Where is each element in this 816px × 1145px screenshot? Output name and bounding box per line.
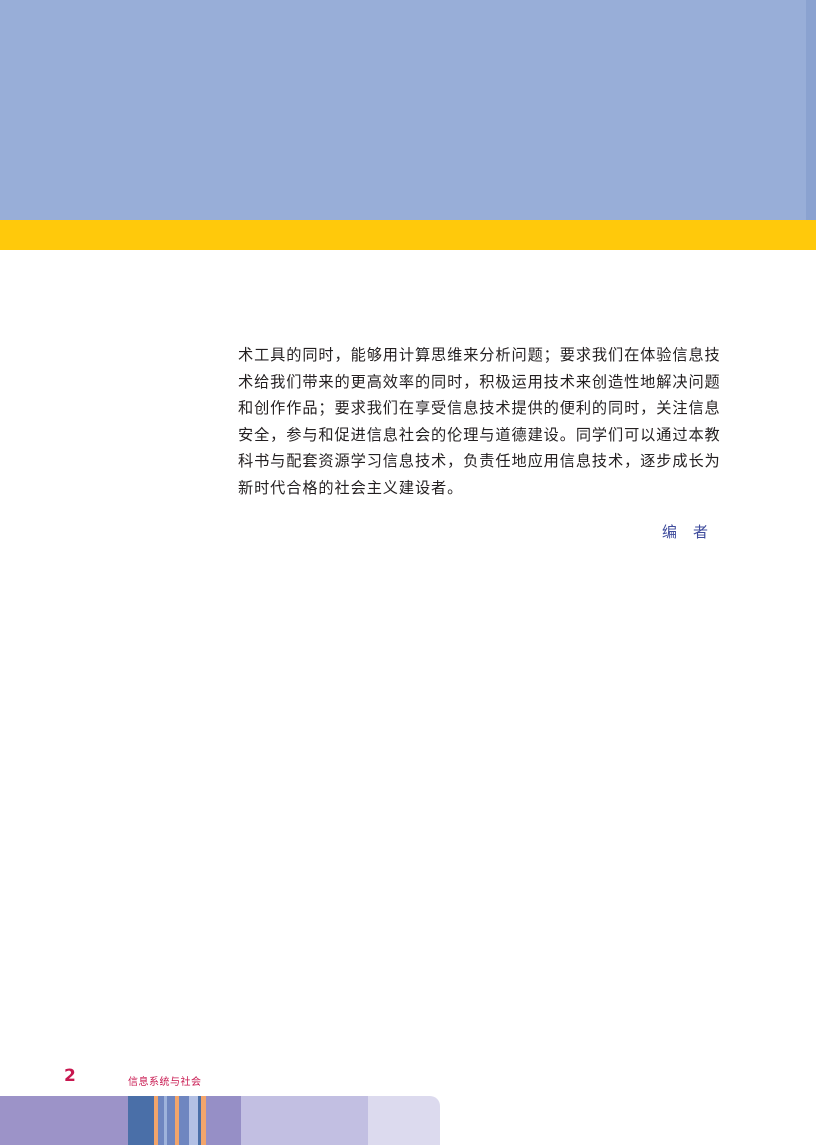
page-number: 2 (64, 1066, 76, 1086)
footer-stripe (179, 1096, 189, 1145)
body-line: 新时代合格的社会主义建设者。 (238, 478, 464, 497)
body-line: 术工具的同时，能够用计算思维来分析问题；要求我们在体验信息技 (238, 346, 721, 364)
footer-decorative-strip (0, 1096, 440, 1145)
body-line: 和创作作品；要求我们在享受信息技术提供的便利的同时，关注信息 (238, 399, 721, 418)
accent-yellow-band (0, 220, 816, 250)
footer-stripe (128, 1096, 154, 1145)
header-color-band (0, 0, 816, 220)
footer-stripe (206, 1096, 241, 1145)
footer-stripe (189, 1096, 198, 1145)
preface-body-text: 术工具的同时，能够用计算思维来分析问题；要求我们在体验信息技 术给我们带来的更高… (238, 342, 721, 502)
body-line: 科书与配套资源学习信息技术，负责任地应用信息技术，逐步成长为 (238, 452, 721, 471)
body-line: 术给我们带来的更高效率的同时，积极运用技术来创造性地解决问题 (238, 372, 721, 391)
footer-stripe (241, 1096, 368, 1145)
body-line: 安全，参与和促进信息社会的伦理与道德建设。同学们可以通过本教 (238, 425, 721, 444)
footer-stripe (167, 1096, 175, 1145)
author-signature: 编者 (662, 523, 725, 541)
running-title: 信息系统与社会 (128, 1077, 202, 1088)
footer-stripe (368, 1096, 440, 1145)
header-edge-stripe (806, 0, 816, 220)
footer-stripe (0, 1096, 128, 1145)
